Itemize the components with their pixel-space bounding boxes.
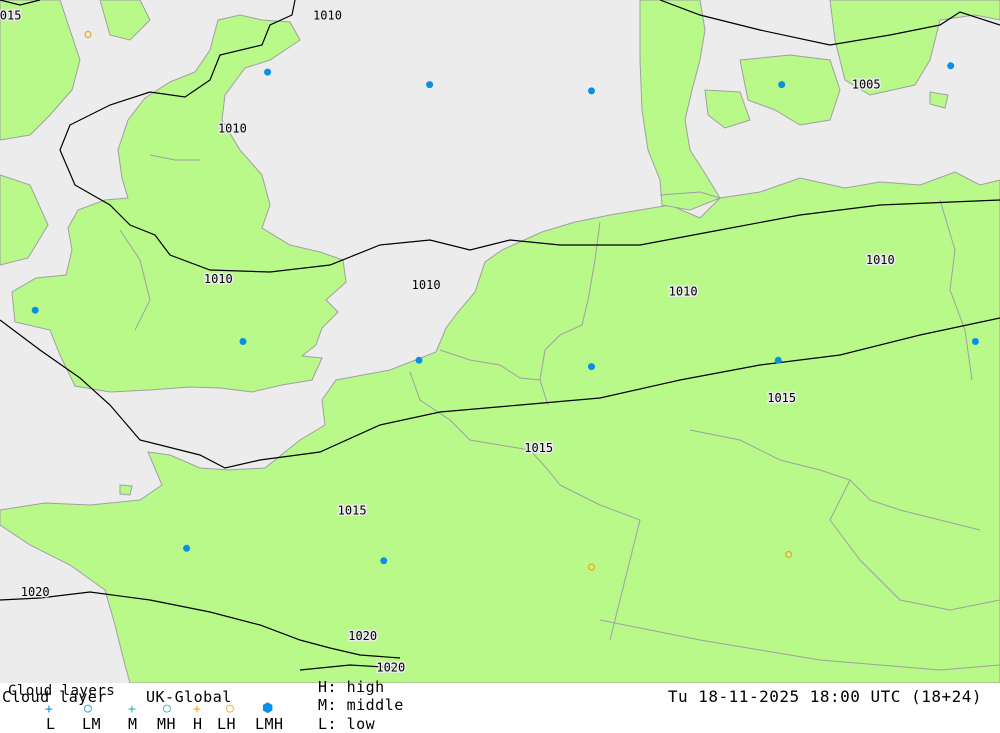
- cloud-lmh-marker: [183, 544, 191, 552]
- legend-symbol-mh-icon: ○: [163, 701, 171, 716]
- isobar-label: 015: [0, 9, 21, 23]
- cloud-lmh-marker: [947, 62, 955, 70]
- legend-type-lmh: LMH: [255, 715, 284, 733]
- key-low: L: low: [318, 715, 376, 733]
- cloud-lmh-marker: [588, 87, 595, 95]
- key-middle: M: middle: [318, 696, 404, 714]
- cloud-lmh-marker: [588, 363, 595, 371]
- legend-type-lh: LH: [217, 715, 237, 733]
- legend-type-h: H: [193, 715, 203, 733]
- land-jersey: [119, 484, 133, 496]
- legend-symbol-lh-icon: ○: [226, 701, 234, 716]
- cloud-lmh-marker: [415, 356, 423, 364]
- isobar-label: 1005: [852, 78, 881, 92]
- legend-bar: Cloud layers Cloud layer UK-Global + ○ +…: [0, 679, 1000, 733]
- isobar-label: 1020: [348, 629, 377, 643]
- isobar-label: 1010: [412, 278, 441, 292]
- cloud-lmh-marker: [971, 338, 979, 345]
- cloud-lmh-marker: [31, 306, 39, 314]
- isobar-label: 1020: [376, 660, 405, 674]
- key-high: H: high: [318, 678, 385, 696]
- cloud-lmh-marker: [426, 81, 434, 89]
- model-name: UK-Global: [146, 688, 232, 706]
- legend-type-m: M: [128, 715, 138, 733]
- cloud-lmh-marker: [239, 338, 247, 345]
- cloud-lmh-marker: [774, 356, 782, 364]
- isobar-label: 1015: [767, 391, 796, 405]
- isobar-label: 1010: [669, 284, 698, 298]
- cloud-lmh-marker: [264, 68, 272, 76]
- isobar-label: 1010: [204, 272, 233, 286]
- legend-symbol-lmh-icon: ⬢: [262, 701, 274, 716]
- cloud-lmh-marker: [778, 81, 786, 89]
- valid-datetime: Tu 18-11-2025 18:00 UTC (18+24): [667, 687, 982, 706]
- legend-type-l: L: [46, 715, 56, 733]
- weather-map: 015 1010 1010 1005 1010 1010 1010 1010 1015 1015 1…: [0, 0, 1000, 683]
- isobar-label: 1010: [866, 253, 895, 267]
- legend-symbol-lm-icon: ○: [84, 701, 92, 716]
- isobar-label: 1010: [313, 9, 342, 23]
- isobar-label: 1015: [524, 441, 553, 455]
- isobar-label: 1020: [21, 585, 50, 599]
- cloud-lmh-marker: [380, 557, 388, 565]
- isobar-label: 1015: [338, 504, 367, 518]
- legend-type-mh: MH: [157, 715, 177, 733]
- map-canvas: 015 1010 1010 1005 1010 1010 1010 1010 1015 1015 1…: [0, 0, 1000, 683]
- legend-type-lm: LM: [82, 715, 102, 733]
- isobar-label: 1010: [218, 122, 247, 136]
